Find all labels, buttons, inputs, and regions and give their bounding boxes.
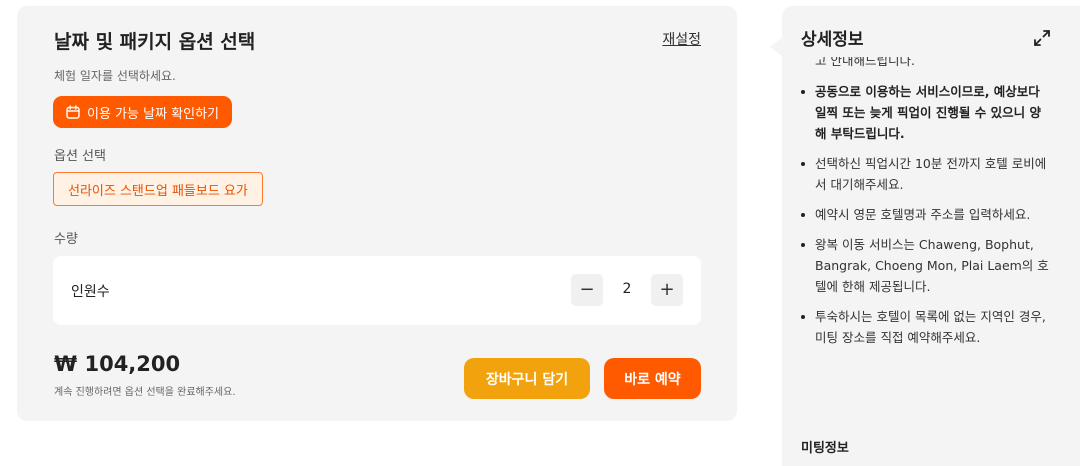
date-hint: 체험 일자를 선택하세요. xyxy=(54,69,176,83)
calendar-icon xyxy=(66,105,80,119)
total-price: ₩ 104,200 xyxy=(54,352,181,376)
note-item: 공동으로 이용하는 서비스이므로, 예상보다 일찍 또는 늦게 픽업이 진행될 … xyxy=(782,81,1072,144)
quantity-label: 수량 xyxy=(54,232,78,247)
note-item: 왕복 이동 서비스는 Chaweng, Bophut, Bangrak, Cho… xyxy=(782,234,1072,297)
price-note: 계속 진행하려면 옵션 선택을 완료해주세요. xyxy=(54,387,236,398)
quantity-decrease-button[interactable]: − xyxy=(571,274,603,306)
quantity-row: 인원수 − 2 + xyxy=(53,256,701,325)
check-available-dates-button[interactable]: 이용 가능 날짜 확인하기 xyxy=(53,96,232,128)
book-now-button[interactable]: 바로 예약 xyxy=(604,358,701,399)
option-chip-sunrise-sup-yoga[interactable]: 선라이즈 스탠드업 패들보드 요가 xyxy=(53,172,263,206)
booking-options-card: 날짜 및 패키지 옵션 선택 재설정 체험 일자를 선택하세요. 이용 가능 날… xyxy=(17,6,737,421)
detail-title: 상세정보 xyxy=(801,30,864,50)
booking-title: 날짜 및 패키지 옵션 선택 xyxy=(54,31,256,53)
note-item: 투숙하시는 호텔이 목록에 없는 지역인 경우, 미팅 장소를 직접 예약해주세… xyxy=(782,306,1072,348)
quantity-value: 2 xyxy=(622,281,632,297)
add-to-cart-button[interactable]: 장바구니 담기 xyxy=(464,358,590,399)
expand-icon[interactable] xyxy=(1033,29,1051,47)
clipped-text: 고 안내해드립니다. xyxy=(815,57,915,68)
note-item: 선택하신 픽업시간 10분 전까지 호텔 로비에서 대기해주세요. xyxy=(782,153,1072,195)
detail-panel: 상세정보 고 안내해드립니다. 공동으로 이용하는 서비스이므로, 예상보다 일… xyxy=(782,6,1080,466)
note-item: 예약시 영문 호텔명과 주소를 입력하세요. xyxy=(782,204,1072,225)
notes-list: 공동으로 이용하는 서비스이므로, 예상보다 일찍 또는 늦게 픽업이 진행될 … xyxy=(782,81,1072,348)
meeting-info-title: 미팅정보 xyxy=(801,441,849,456)
option-label: 옵션 선택 xyxy=(54,149,106,164)
quantity-item-name: 인원수 xyxy=(71,284,110,300)
reset-link[interactable]: 재설정 xyxy=(662,29,701,49)
detail-scroll-area[interactable]: 고 안내해드립니다. 공동으로 이용하는 서비스이므로, 예상보다 일찍 또는 … xyxy=(782,57,1080,434)
date-button-label: 이용 가능 날짜 확인하기 xyxy=(87,106,219,122)
quantity-increase-button[interactable]: + xyxy=(651,274,683,306)
detail-panel-pointer xyxy=(770,38,782,56)
